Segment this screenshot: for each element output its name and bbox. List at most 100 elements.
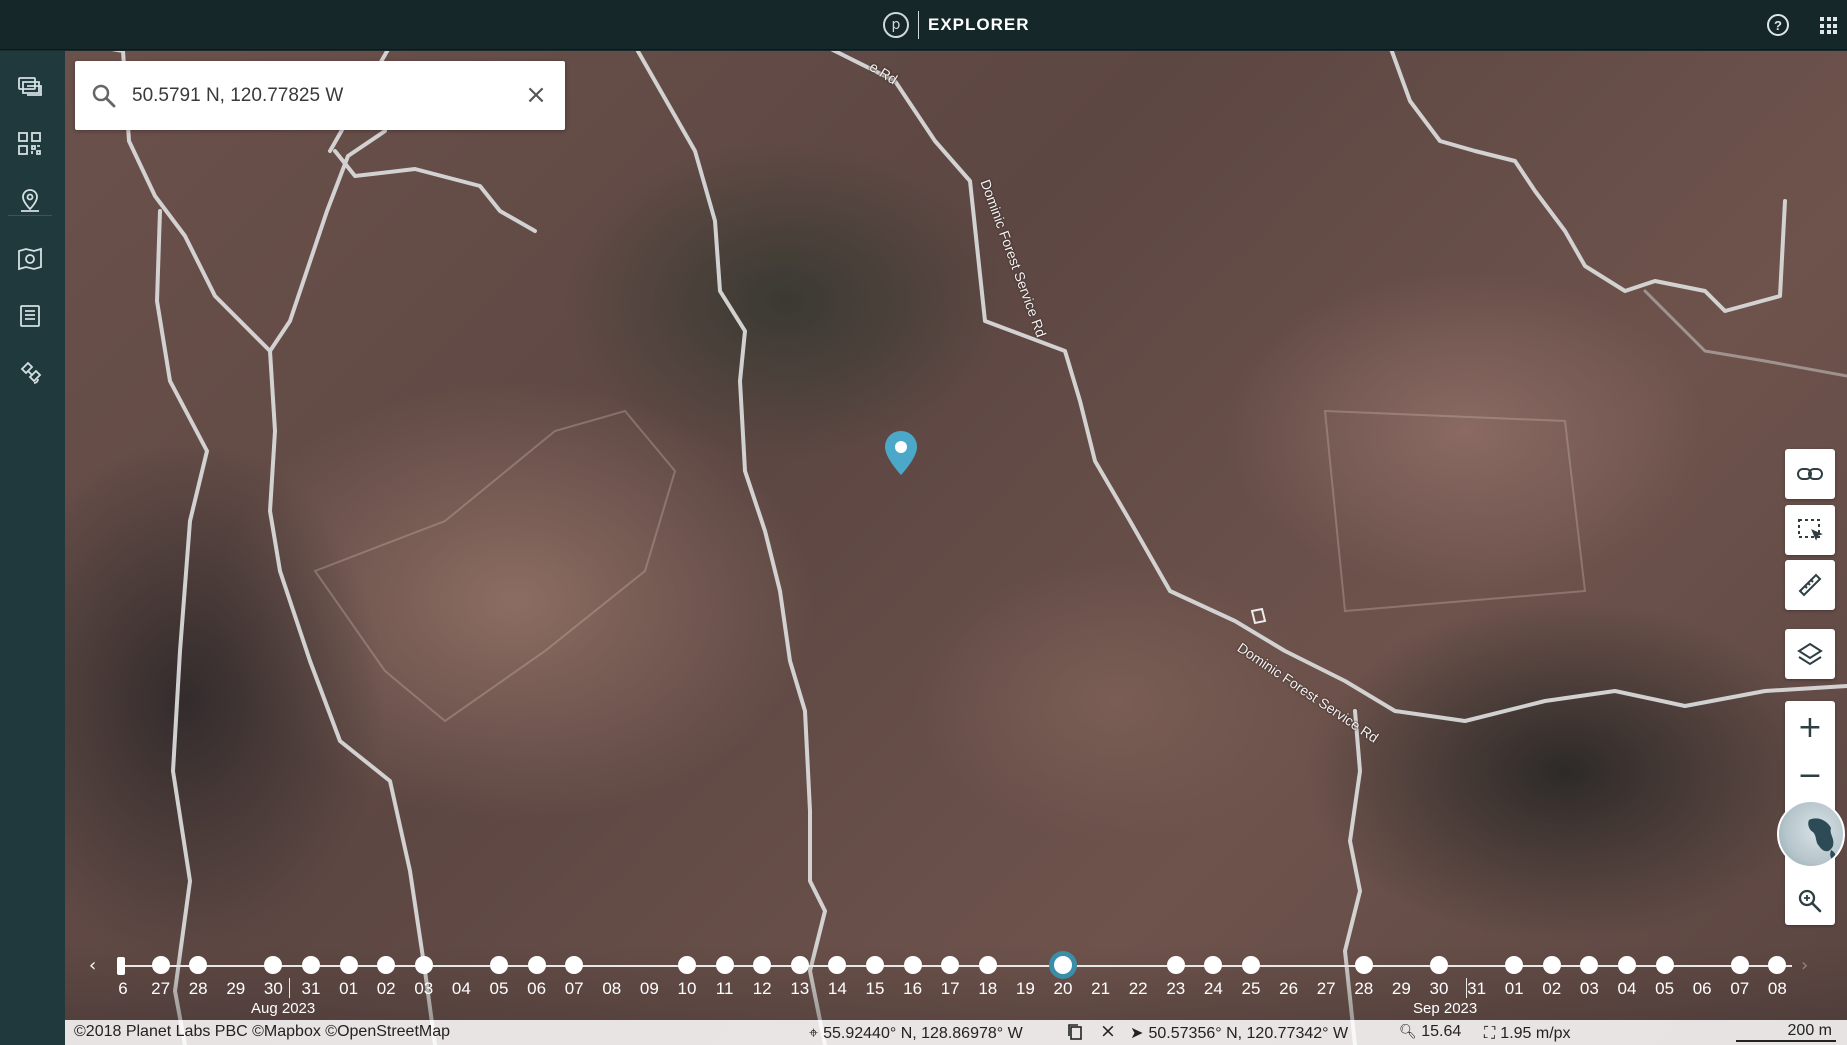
timeline-day[interactable]: 6: [108, 945, 138, 1000]
timeline-day[interactable]: 02: [371, 945, 401, 1000]
measure-button[interactable]: [1785, 560, 1835, 610]
timeline-dot[interactable]: [978, 956, 997, 974]
timeline-dot[interactable]: [565, 956, 584, 974]
timeline-day[interactable]: 04: [1612, 945, 1642, 1000]
brand[interactable]: p EXPLORER: [883, 11, 1030, 39]
timeline-day[interactable]: 30: [1424, 945, 1454, 1000]
timeline-dot[interactable]: [1542, 956, 1561, 974]
map-canvas[interactable]: e Rd Dominic Forest Service Rd Dominic F…: [65, 51, 1847, 1045]
timeline-day[interactable]: 26: [1274, 945, 1304, 1000]
timeline-dot[interactable]: [1730, 956, 1749, 974]
timeline-day[interactable]: 04: [446, 945, 476, 1000]
search-input[interactable]: [132, 61, 512, 130]
timeline-day[interactable]: 07: [559, 945, 589, 1000]
timeline-dot[interactable]: [715, 956, 734, 974]
help-icon[interactable]: ?: [1767, 14, 1789, 36]
timeline-day[interactable]: 14: [822, 945, 852, 1000]
timeline-dot[interactable]: [941, 956, 960, 974]
zoom-out-button[interactable]: −: [1785, 751, 1835, 799]
timeline-day[interactable]: 05: [484, 945, 514, 1000]
timeline-day[interactable]: 17: [935, 945, 965, 1000]
timeline-dot[interactable]: [414, 956, 433, 974]
timeline-day[interactable]: 31: [296, 945, 326, 1000]
timeline-dot[interactable]: [302, 956, 320, 974]
timeline-dot[interactable]: [490, 956, 508, 974]
timeline-dot[interactable]: [1204, 956, 1223, 974]
timeline-day[interactable]: 22: [1123, 945, 1153, 1000]
timeline-dot[interactable]: [790, 956, 809, 974]
sidebar-item-places[interactable]: [14, 185, 46, 217]
timeline-day[interactable]: 20: [1048, 945, 1078, 1000]
zoom-in-button[interactable]: +: [1785, 703, 1835, 751]
zoom-search-button[interactable]: [1785, 877, 1835, 925]
timeline-day[interactable]: 29: [1386, 945, 1416, 1000]
sidebar-item-map-search[interactable]: [14, 243, 46, 275]
timeline-dot[interactable]: [866, 956, 884, 974]
timeline-dot[interactable]: [1505, 956, 1524, 974]
apps-grid-icon[interactable]: [1820, 17, 1837, 34]
timeline-day[interactable]: 15: [860, 945, 890, 1000]
timeline-day[interactable]: 07: [1725, 945, 1755, 1000]
timeline-day[interactable]: 06: [1687, 945, 1717, 1000]
timeline-dot[interactable]: [1618, 956, 1636, 974]
timeline-day[interactable]: 08: [1762, 945, 1792, 1000]
timeline-dot[interactable]: [1166, 956, 1185, 974]
timeline-day[interactable]: 01: [1499, 945, 1529, 1000]
timeline-day[interactable]: 02: [1537, 945, 1567, 1000]
timeline-dot[interactable]: [377, 956, 396, 974]
timeline-next-icon[interactable]: ›: [1801, 955, 1808, 976]
timeline-dot[interactable]: [1655, 956, 1674, 974]
timeline-dot[interactable]: [189, 956, 208, 974]
timeline-day[interactable]: 19: [1010, 945, 1040, 1000]
timeline-day[interactable]: 29: [221, 945, 251, 1000]
timeline-dot[interactable]: [753, 956, 772, 974]
timeline-day[interactable]: 05: [1650, 945, 1680, 1000]
timeline-day[interactable]: 28: [1349, 945, 1379, 1000]
timeline-dot[interactable]: [151, 956, 170, 974]
timeline-day[interactable]: 11: [710, 945, 740, 1000]
sidebar-item-reports[interactable]: [14, 300, 46, 332]
timeline-dot[interactable]: [1242, 956, 1260, 974]
timeline-dot[interactable]: [678, 956, 696, 974]
map-attribution[interactable]: ©2018 Planet Labs PBC ©Mapbox ©OpenStree…: [74, 1023, 450, 1041]
sidebar-item-tasking[interactable]: [14, 357, 46, 389]
timeline-day[interactable]: 28: [183, 945, 213, 1000]
timeline-dot[interactable]: [264, 956, 283, 974]
timeline-day[interactable]: 06: [522, 945, 552, 1000]
globe-overview-button[interactable]: [1777, 800, 1845, 868]
copy-icon[interactable]: [1067, 1023, 1083, 1041]
timeline-day[interactable]: 16: [898, 945, 928, 1000]
timeline-day[interactable]: 30: [258, 945, 288, 1000]
timeline-dot[interactable]: [828, 956, 847, 974]
timeline-day[interactable]: 23: [1161, 945, 1191, 1000]
select-area-button[interactable]: [1785, 505, 1835, 555]
timeline-day[interactable]: 03: [409, 945, 439, 1000]
timeline-day[interactable]: 01: [334, 945, 364, 1000]
timeline-day[interactable]: 08: [597, 945, 627, 1000]
sidebar-item-grid[interactable]: [14, 128, 46, 160]
timeline-day[interactable]: 12: [747, 945, 777, 1000]
timeline-day[interactable]: 25: [1236, 945, 1266, 1000]
timeline-dot[interactable]: [339, 956, 358, 974]
timeline-day[interactable]: 21: [1086, 945, 1116, 1000]
timeline-day[interactable]: 24: [1198, 945, 1228, 1000]
timeline-dot[interactable]: [527, 956, 546, 974]
map-pin-marker[interactable]: [884, 430, 918, 476]
timeline-day[interactable]: 27: [1311, 945, 1341, 1000]
clear-search-button[interactable]: ×: [524, 82, 548, 108]
share-link-button[interactable]: [1785, 449, 1835, 499]
layers-button[interactable]: [1785, 629, 1835, 679]
timeline-dot[interactable]: [903, 956, 922, 974]
timeline-dot[interactable]: [1430, 956, 1448, 974]
sidebar-item-mosaics[interactable]: [14, 71, 46, 103]
timeline-day[interactable]: 09: [634, 945, 664, 1000]
timeline-dot[interactable]: [1768, 956, 1787, 974]
timeline-dot[interactable]: [1580, 956, 1599, 974]
timeline-day[interactable]: 18: [973, 945, 1003, 1000]
timeline-dot[interactable]: [1354, 956, 1373, 974]
close-coordinates-button[interactable]: ×: [1100, 1020, 1116, 1042]
timeline-dot-selected[interactable]: [1054, 956, 1072, 974]
timeline-prev-icon[interactable]: ‹: [89, 955, 96, 976]
timeline-day[interactable]: 27: [146, 945, 176, 1000]
timeline-day[interactable]: 13: [785, 945, 815, 1000]
